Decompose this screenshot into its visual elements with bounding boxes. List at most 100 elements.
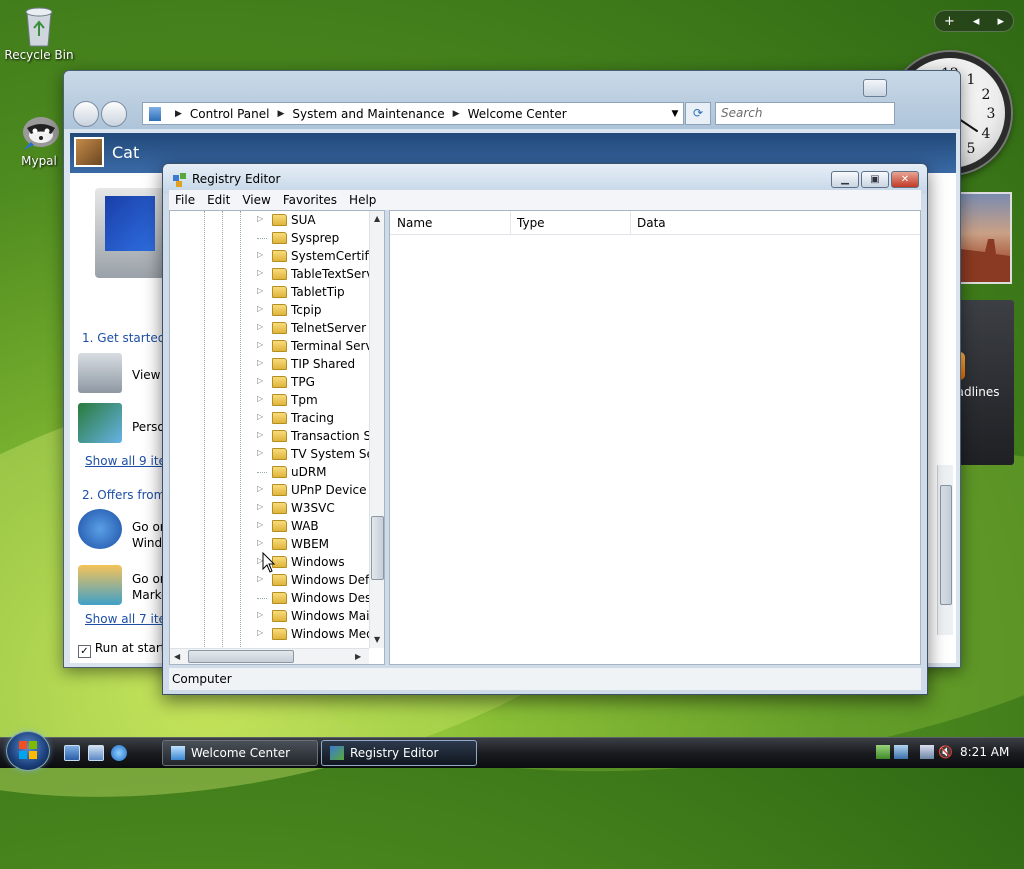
tree-item[interactable]: ▷ TableTextServi bbox=[170, 265, 377, 283]
expand-arrow-icon[interactable]: ▷ bbox=[257, 322, 263, 331]
menu-view[interactable]: View bbox=[236, 193, 276, 207]
expand-arrow-icon[interactable]: ▷ bbox=[257, 358, 263, 367]
tree-hscroll-thumb[interactable] bbox=[188, 650, 294, 663]
tree-item[interactable]: ▷ W3SVC bbox=[170, 499, 370, 517]
breadcrumb-control-panel[interactable]: Control Panel bbox=[190, 107, 270, 121]
breadcrumb-system-maintenance[interactable]: System and Maintenance bbox=[292, 107, 444, 121]
tree-horizontal-scrollbar[interactable]: ◀ ▶ bbox=[170, 648, 369, 664]
search-input[interactable]: Search bbox=[715, 102, 895, 125]
refresh-button[interactable]: ⟳ bbox=[685, 102, 711, 125]
expand-arrow-icon[interactable]: ▷ bbox=[257, 628, 263, 637]
welcome-center-scrollbar[interactable] bbox=[937, 465, 953, 635]
tree-item[interactable]: ▷ TabletTip bbox=[170, 283, 370, 301]
menu-favorites[interactable]: Favorites bbox=[277, 193, 343, 207]
tree-item[interactable]: ▷ SystemCertific bbox=[170, 247, 379, 265]
taskbar-welcome-center[interactable]: Welcome Center bbox=[162, 740, 318, 766]
expand-arrow-icon[interactable]: ▷ bbox=[257, 250, 263, 259]
expand-arrow-icon[interactable]: ▷ bbox=[257, 610, 263, 619]
internet-explorer-icon[interactable] bbox=[111, 745, 127, 761]
tree-vertical-scrollbar[interactable]: ▲ ▼ bbox=[369, 211, 384, 648]
column-divider[interactable] bbox=[630, 211, 631, 235]
tree-item[interactable]: ▷ TPG bbox=[170, 373, 370, 391]
clock-time[interactable]: 8:21 AM bbox=[960, 745, 1009, 759]
expand-arrow-icon[interactable]: ▷ bbox=[257, 340, 263, 349]
expand-arrow-icon[interactable]: ▷ bbox=[257, 430, 263, 439]
expand-arrow-icon[interactable]: ▷ bbox=[257, 484, 263, 493]
tree-item[interactable]: ▷ TIP Shared bbox=[170, 355, 370, 373]
show-desktop-icon[interactable] bbox=[64, 745, 80, 761]
sidebar-add-button[interactable]: + bbox=[944, 14, 955, 29]
scroll-down-arrow-icon[interactable]: ▼ bbox=[374, 635, 380, 644]
column-data[interactable]: Data bbox=[637, 216, 666, 230]
registry-editor-window[interactable]: Registry Editor ▁ ▣ ✕ File Edit View Fav… bbox=[162, 163, 928, 695]
tree-item[interactable]: uDRM bbox=[170, 463, 370, 481]
tree-item[interactable]: ▷ TelnetServer bbox=[170, 319, 370, 337]
column-divider[interactable] bbox=[510, 211, 511, 235]
tree-item[interactable]: Sysprep bbox=[170, 229, 370, 247]
tree-item[interactable]: ▷ WAB bbox=[170, 517, 370, 535]
scroll-left-arrow-icon[interactable]: ◀ bbox=[174, 652, 180, 661]
back-button[interactable] bbox=[73, 101, 99, 127]
tree-item[interactable]: ▷ Tracing bbox=[170, 409, 370, 427]
scroll-right-arrow-icon[interactable]: ▶ bbox=[355, 652, 361, 661]
expand-arrow-icon[interactable]: ▷ bbox=[257, 448, 263, 457]
menu-file[interactable]: File bbox=[169, 193, 201, 207]
tree-item[interactable]: ▷ Transaction Se bbox=[170, 427, 378, 445]
expand-arrow-icon[interactable]: ▷ bbox=[257, 538, 263, 547]
welcome-center-minimize-button[interactable] bbox=[863, 79, 887, 97]
expand-arrow-icon[interactable]: ▷ bbox=[257, 574, 263, 583]
column-type[interactable]: Type bbox=[517, 216, 545, 230]
control-panel-icon bbox=[149, 106, 161, 121]
menu-help[interactable]: Help bbox=[343, 193, 382, 207]
breadcrumb-welcome-center[interactable]: Welcome Center bbox=[468, 107, 567, 121]
tree-item[interactable]: ▷ UPnP Device H bbox=[170, 481, 379, 499]
tree-vscroll-thumb[interactable] bbox=[371, 516, 384, 580]
volume-muted-icon[interactable]: 🔇 bbox=[938, 745, 953, 759]
expand-arrow-icon[interactable]: ▷ bbox=[257, 286, 263, 295]
chevron-down-icon[interactable]: ▼ bbox=[667, 109, 683, 119]
network-icon[interactable] bbox=[920, 745, 934, 759]
minimize-button[interactable]: ▁ bbox=[831, 171, 859, 188]
expand-arrow-icon[interactable]: ▷ bbox=[257, 520, 263, 529]
run-at-startup-row[interactable]: ✓ Run at startu bbox=[78, 640, 173, 658]
desktop-icon-recycle-bin[interactable]: Recycle Bin bbox=[3, 4, 75, 62]
expand-arrow-icon[interactable]: ▷ bbox=[257, 214, 263, 223]
values-list[interactable]: Name Type Data bbox=[389, 210, 921, 665]
sidebar-next-button[interactable]: ▸ bbox=[997, 14, 1004, 29]
personalize-item[interactable]: Perso bbox=[132, 419, 165, 435]
sidebar-prev-button[interactable]: ◂ bbox=[973, 14, 980, 29]
tree-item[interactable]: ▷ SUA bbox=[170, 211, 370, 229]
folder-icon bbox=[272, 610, 287, 622]
scroll-up-arrow-icon[interactable]: ▲ bbox=[374, 214, 380, 223]
tree-item[interactable]: Windows Desk bbox=[170, 589, 378, 607]
tree-item[interactable]: ▷ Terminal Serve bbox=[170, 337, 380, 355]
switch-windows-icon[interactable] bbox=[88, 745, 104, 761]
expand-arrow-icon[interactable]: ▷ bbox=[257, 394, 263, 403]
expand-arrow-icon[interactable]: ▷ bbox=[257, 412, 263, 421]
tree-item[interactable]: ▷ Tpm bbox=[170, 391, 370, 409]
expand-arrow-icon[interactable]: ▷ bbox=[257, 304, 263, 313]
forward-button[interactable] bbox=[101, 101, 127, 127]
maximize-button[interactable]: ▣ bbox=[861, 171, 889, 188]
taskbar-registry-editor[interactable]: Registry Editor bbox=[321, 740, 477, 766]
address-bar[interactable]: ▶ Control Panel ▶ System and Maintenance… bbox=[142, 102, 684, 125]
tree-item[interactable]: ▷ WBEM bbox=[170, 535, 370, 553]
tree-item[interactable]: ▷ TV System Ser bbox=[170, 445, 379, 463]
tray-security-icon[interactable] bbox=[894, 745, 908, 759]
column-name[interactable]: Name bbox=[397, 216, 432, 230]
tree-item[interactable]: ▷ Tcpip bbox=[170, 301, 370, 319]
expand-arrow-icon[interactable]: ▷ bbox=[257, 376, 263, 385]
tray-app-icon[interactable] bbox=[876, 745, 890, 759]
expand-arrow-icon[interactable]: ▷ bbox=[257, 268, 263, 277]
scroll-thumb[interactable] bbox=[940, 485, 952, 605]
tree-item[interactable]: ▷ Windows Med bbox=[170, 625, 374, 643]
tree-item-label: Windows Desk bbox=[291, 591, 379, 605]
start-button[interactable] bbox=[6, 731, 50, 771]
folder-icon bbox=[272, 340, 287, 352]
menu-edit[interactable]: Edit bbox=[201, 193, 236, 207]
close-button[interactable]: ✕ bbox=[891, 171, 919, 188]
registry-tree[interactable]: ▷ SUA Sysprep ▷ SystemCertific ▷ TableTextServ… bbox=[169, 210, 385, 665]
expand-arrow-icon[interactable]: ▷ bbox=[257, 502, 263, 511]
run-at-startup-checkbox[interactable]: ✓ bbox=[78, 645, 91, 658]
tree-item[interactable]: ▷ Windows Mail bbox=[170, 607, 373, 625]
